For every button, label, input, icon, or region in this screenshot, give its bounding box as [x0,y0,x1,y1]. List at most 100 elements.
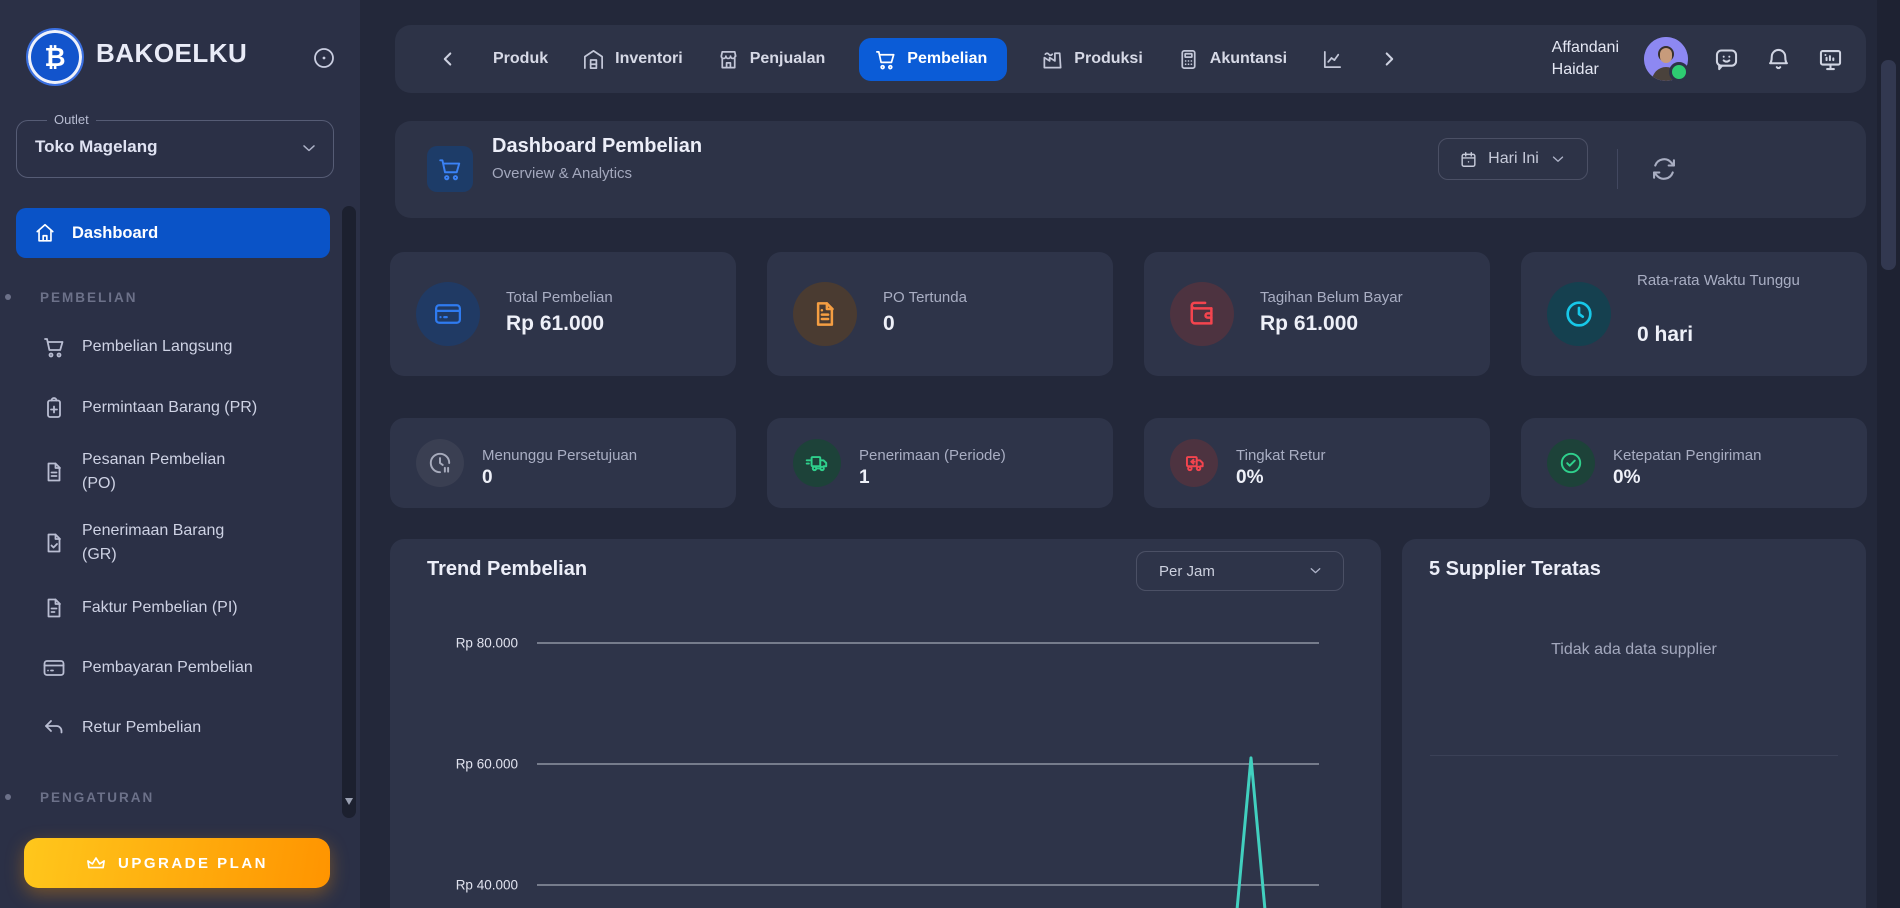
period-label: Hari Ini [1488,150,1539,168]
nav-scroll-left-icon[interactable] [437,48,459,70]
clock-pause-icon [416,439,464,487]
sidebar-item-permintaan-barang[interactable]: Permintaan Barang (PR) [16,383,330,433]
brand-logo-icon: ₿ [26,28,84,86]
stat-value: 0 [482,467,493,489]
page-scrollbar[interactable] [1877,0,1900,908]
section-bullet [5,794,11,800]
sidebar-item-label: Pesanan Pembelian (PO) [82,448,225,496]
y-axis-tick-label: Rp 60.000 [456,757,518,772]
sidebar-item-label: Retur Pembelian [82,716,201,740]
granularity-dropdown[interactable]: Per Jam [1136,551,1344,591]
avatar[interactable] [1644,37,1688,81]
outlet-selector[interactable]: Outlet Toko Magelang [16,120,334,178]
page-subtitle: Overview & Analytics [492,165,632,182]
stat-card-tagihan-belum-bayar[interactable]: Tagihan Belum Bayar Rp 61.000 [1144,252,1490,376]
tab-pembelian[interactable]: Pembelian [859,38,1007,81]
user-name-line1: Affandani [1552,37,1619,59]
stat-label: Penerimaan (Periode) [859,444,1006,468]
tab-akuntansi[interactable]: Akuntansi [1177,48,1287,71]
sidebar-item-dashboard[interactable]: Dashboard [16,208,330,258]
sidebar-item-label: Dashboard [72,224,158,243]
page-title: Dashboard Pembelian [492,135,702,158]
stat-card-ketepatan-pengiriman[interactable]: Ketepatan Pengiriman 0% [1521,418,1867,508]
tab-label: Inventori [615,50,683,68]
truck-icon [793,439,841,487]
stat-value: Rp 61.000 [1260,312,1358,336]
tab-produksi[interactable]: Produksi [1041,48,1142,71]
tab-produk[interactable]: Produk [493,50,548,68]
period-dropdown[interactable]: Hari Ini [1438,138,1588,180]
brand-name: BAKOELKU [96,38,247,69]
crown-icon [86,853,106,873]
sidebar-section-pengaturan: PENGATURAN [40,790,154,805]
truck-return-icon [1170,439,1218,487]
refresh-icon[interactable] [1650,155,1678,183]
app-root: ₿ BAKOELKU Outlet Toko Magelang Dashboar… [0,0,1900,908]
stat-card-total-pembelian[interactable]: Total Pembelian Rp 61.000 [390,252,736,376]
stat-card-penerimaan-periode[interactable]: Penerimaan (Periode) 1 [767,418,1113,508]
sidebar-item-pembayaran-pembelian[interactable]: Pembayaran Pembelian [16,643,330,693]
notification-bell-icon[interactable] [1765,46,1792,73]
suppliers-panel-title: 5 Supplier Teratas [1429,558,1601,581]
sidebar-item-pesanan-pembelian[interactable]: Pesanan Pembelian (PO) [16,442,330,502]
stat-card-menunggu-persetujuan[interactable]: Menunggu Persetujuan 0 [390,418,736,508]
page-scrollbar-thumb[interactable] [1881,60,1896,270]
tab-laporan-partial[interactable] [1321,48,1344,71]
divider [1617,149,1618,189]
sidebar-item-pembelian-langsung[interactable]: Pembelian Langsung [16,322,330,372]
sidebar-item-retur-pembelian[interactable]: Retur Pembelian [16,703,330,753]
tab-penjualan[interactable]: Penjualan [717,48,826,71]
section-bullet [5,294,11,300]
sidebar-section-pembelian: PEMBELIAN [40,290,138,305]
upgrade-plan-button[interactable]: UPGRADE PLAN [24,838,330,888]
scroll-down-arrow-icon[interactable] [345,798,353,805]
clipboard-plus-icon [42,396,66,420]
home-icon [34,222,56,244]
file-check-icon [42,531,66,555]
page-header-panel: Dashboard Pembelian Overview & Analytics… [395,121,1866,218]
credit-card-icon [42,656,66,680]
stat-card-tingkat-retur[interactable]: Tingkat Retur 0% [1144,418,1490,508]
calculator-icon [1177,48,1200,71]
clock-icon [1547,282,1611,346]
chevron-down-icon [1549,150,1567,168]
sidebar-item-label: Pembayaran Pembelian [82,656,253,680]
upgrade-plan-label: UPGRADE PLAN [118,855,268,872]
stat-value: 1 [859,467,870,489]
stat-card-po-tertunda[interactable]: PO Tertunda 0 [767,252,1113,376]
file-invoice-icon [42,596,66,620]
top-navbar: Produk Inventori Penjualan Pembelian Pro… [395,25,1866,93]
y-axis-tick-label: Rp 80.000 [456,636,518,651]
tab-label: Produksi [1074,50,1142,68]
online-status-dot [1669,62,1689,82]
user-area: Affandani Haidar [1552,25,1844,93]
file-text-icon [793,282,857,346]
sidebar-scrollbar[interactable] [342,206,356,818]
sidebar-item-label: Pembelian Langsung [82,335,232,359]
stat-label: PO Tertunda [883,286,967,310]
warehouse-icon [582,48,605,71]
check-circle-icon [1547,439,1595,487]
top-suppliers-panel: 5 Supplier Teratas Tidak ada data suppli… [1402,539,1866,908]
user-name-line2: Haidar [1552,59,1619,81]
sidebar-item-penerimaan-barang[interactable]: Penerimaan Barang (GR) [16,513,330,573]
stat-label: Total Pembelian [506,286,613,310]
line-chart-icon [1321,48,1344,71]
stat-value: 0 [883,312,895,336]
display-monitor-icon[interactable] [1817,46,1844,73]
wallet-icon [1170,282,1234,346]
stat-card-rata-rata-waktu-tunggu[interactable]: Rata-rata Waktu Tunggu 0 hari [1521,252,1867,376]
sidebar-collapse-toggle-icon[interactable] [312,46,336,70]
user-name[interactable]: Affandani Haidar [1552,37,1619,81]
stat-value: 0 hari [1637,323,1693,347]
outlet-value: Toko Magelang [35,137,157,157]
sidebar-item-faktur-pembelian[interactable]: Faktur Pembelian (PI) [16,583,330,633]
nav-scroll-right-icon[interactable] [1378,48,1400,70]
trend-line-chart: Rp 80.000Rp 60.000Rp 40.000 [390,600,1381,908]
undo-arrow-icon [42,716,66,740]
file-lines-icon [42,460,66,484]
chat-icon[interactable] [1713,46,1740,73]
tab-inventori[interactable]: Inventori [582,48,683,71]
store-icon [717,48,740,71]
tab-label: Penjualan [750,50,826,68]
